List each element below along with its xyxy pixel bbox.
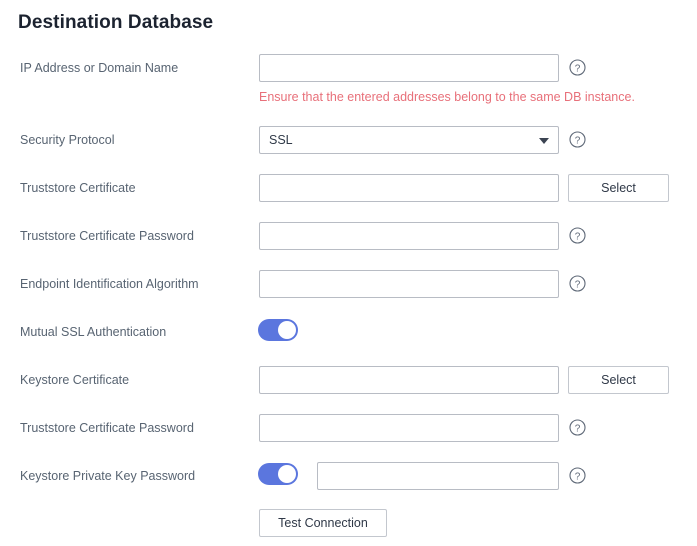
help-circle-icon[interactable]: ? — [569, 227, 586, 244]
form-row-mutual-ssl-authentication: Mutual SSL Authentication — [0, 317, 697, 347]
keystore-truststore-password-label: Truststore Certificate Password — [20, 421, 194, 435]
ip-address-label: IP Address or Domain Name — [20, 61, 179, 75]
form-row-security-protocol: Security Protocol SSL ? — [0, 125, 697, 155]
mutual-ssl-authentication-toggle[interactable] — [258, 319, 298, 341]
svg-text:?: ? — [575, 471, 581, 482]
truststore-certificate-label: Truststore Certificate — [20, 181, 136, 195]
form-row-ip-address: IP Address or Domain Name ? — [0, 53, 697, 83]
truststore-certificate-password-label: Truststore Certificate Password — [20, 229, 194, 243]
truststore-certificate-input[interactable] — [259, 174, 559, 202]
chevron-down-icon — [539, 138, 549, 144]
form-row-keystore-truststore-password: Truststore Certificate Password ? — [0, 413, 697, 443]
svg-text:?: ? — [575, 135, 581, 146]
page-title: Destination Database — [18, 12, 214, 33]
help-circle-icon[interactable]: ? — [569, 419, 586, 436]
keystore-certificate-input[interactable] — [259, 366, 559, 394]
help-circle-icon[interactable]: ? — [569, 275, 586, 292]
keystore-certificate-select-button[interactable]: Select — [568, 366, 669, 394]
form-row-truststore-certificate: Truststore Certificate Select — [0, 173, 697, 203]
ip-address-hint: Ensure that the entered addresses belong… — [259, 90, 635, 104]
svg-text:?: ? — [575, 279, 581, 290]
keystore-private-key-password-input[interactable] — [317, 462, 559, 490]
truststore-certificate-password-input[interactable] — [259, 222, 559, 250]
test-connection-button[interactable]: Test Connection — [259, 509, 387, 537]
security-protocol-select[interactable]: SSL — [259, 126, 559, 154]
help-circle-icon[interactable]: ? — [569, 131, 586, 148]
svg-text:?: ? — [575, 423, 581, 434]
keystore-private-key-password-toggle[interactable] — [258, 463, 298, 485]
svg-text:?: ? — [575, 63, 581, 74]
security-protocol-label: Security Protocol — [20, 133, 115, 147]
keystore-private-key-password-label: Keystore Private Key Password — [20, 469, 196, 483]
ip-address-input[interactable] — [259, 54, 559, 82]
destination-database-form: Destination Database IP Address or Domai… — [0, 0, 697, 546]
form-row-keystore-certificate: Keystore Certificate Select — [0, 365, 697, 395]
svg-text:?: ? — [575, 231, 581, 242]
keystore-truststore-password-input[interactable] — [259, 414, 559, 442]
truststore-certificate-select-button[interactable]: Select — [568, 174, 669, 202]
endpoint-identification-algorithm-label: Endpoint Identification Algorithm — [20, 277, 199, 291]
form-row-truststore-certificate-password: Truststore Certificate Password ? — [0, 221, 697, 251]
form-row-keystore-private-key-password: Keystore Private Key Password ? — [0, 461, 697, 491]
help-circle-icon[interactable]: ? — [569, 467, 586, 484]
form-row-endpoint-identification-algorithm: Endpoint Identification Algorithm ? — [0, 269, 697, 299]
endpoint-identification-algorithm-input[interactable] — [259, 270, 559, 298]
keystore-certificate-label: Keystore Certificate — [20, 373, 130, 387]
toggle-knob — [278, 465, 296, 483]
toggle-knob — [278, 321, 296, 339]
mutual-ssl-authentication-label: Mutual SSL Authentication — [20, 325, 167, 339]
help-circle-icon[interactable]: ? — [569, 59, 586, 76]
security-protocol-value: SSL — [269, 133, 293, 147]
